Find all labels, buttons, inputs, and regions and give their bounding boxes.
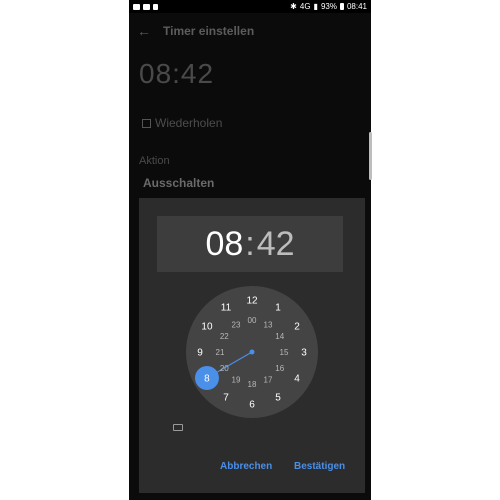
repeat-option[interactable]: Wiederholen xyxy=(142,116,222,130)
clock-hour-18[interactable]: 18 xyxy=(248,380,257,389)
image-notification-icon xyxy=(133,3,140,10)
clock-hour-16[interactable]: 16 xyxy=(275,364,284,373)
repeat-label: Wiederholen xyxy=(155,116,223,130)
clock-hour-00[interactable]: 00 xyxy=(248,316,257,325)
hour-display[interactable]: 08 xyxy=(205,225,243,264)
clock-hour-10[interactable]: 10 xyxy=(201,322,213,333)
clock-hour-6[interactable]: 6 xyxy=(249,400,255,411)
clock-hour-21[interactable]: 21 xyxy=(216,348,225,357)
clock-hour-5[interactable]: 5 xyxy=(275,393,281,404)
signal-icon: ▮ xyxy=(313,2,318,11)
aktion-value[interactable]: Ausschalten xyxy=(143,176,214,190)
clock-hour-17[interactable]: 17 xyxy=(264,376,273,385)
page-title: Timer einstellen xyxy=(163,24,255,38)
mail-notification-icon xyxy=(143,3,150,10)
clock-face[interactable]: 12123456789101100 1314151617181920212223 xyxy=(186,286,318,418)
clock-hour-4[interactable]: 4 xyxy=(294,374,300,385)
minute-display[interactable]: 42 xyxy=(257,225,295,264)
status-left-icons xyxy=(133,3,158,10)
status-right-icons: ✱ 4G ▮ 93% 08:41 xyxy=(290,2,367,11)
clock-hour-11[interactable]: 11 xyxy=(221,302,232,313)
aktion-label: Aktion xyxy=(139,155,170,167)
repeat-checkbox[interactable] xyxy=(142,118,151,128)
clock-hour-20[interactable]: 20 xyxy=(220,364,229,373)
edge-panel-handle[interactable] xyxy=(369,132,372,180)
time-separator: : xyxy=(245,224,255,263)
timer-time[interactable]: 08:42 xyxy=(139,58,214,90)
status-bar: ✱ 4G ▮ 93% 08:41 xyxy=(129,0,371,13)
back-arrow-icon[interactable]: ← xyxy=(129,23,159,39)
battery-icon xyxy=(339,3,344,10)
clock-hour-2[interactable]: 2 xyxy=(294,322,300,333)
time-picker-dialog: 08 : 42 12 1 2 3 4 5 6 7 8 9 10 11 00 13 14 15 16 17 18 19 2… xyxy=(139,198,365,493)
notification-icon xyxy=(153,3,158,10)
clock-hour-1[interactable]: 1 xyxy=(275,302,281,313)
clock-hour-15[interactable]: 15 xyxy=(280,348,289,357)
phone-screen: ✱ 4G ▮ 93% 08:41 ← Timer einstellen 08:4… xyxy=(129,0,371,500)
battery-percent: 93% xyxy=(320,2,337,11)
keyboard-icon[interactable] xyxy=(173,424,183,431)
time-picker-header: 08 : 42 xyxy=(157,216,343,272)
clock-hour-22[interactable]: 22 xyxy=(220,332,229,341)
confirm-button[interactable]: Bestätigen xyxy=(294,461,345,472)
status-time: 08:41 xyxy=(346,2,367,11)
network-label: 4G xyxy=(299,2,311,11)
clock-hour-7[interactable]: 7 xyxy=(223,393,229,404)
cancel-button[interactable]: Abbrechen xyxy=(220,461,272,472)
clock-hour-12[interactable]: 12 xyxy=(246,296,258,307)
clock-hour-3[interactable]: 3 xyxy=(301,348,307,359)
clock-hour-9[interactable]: 9 xyxy=(197,348,203,359)
clock-hour-8[interactable]: 8 xyxy=(204,374,210,385)
clock-hour-23[interactable]: 23 xyxy=(232,320,241,329)
clock-hour-14[interactable]: 14 xyxy=(275,332,284,341)
bluetooth-icon: ✱ xyxy=(290,2,297,11)
clock-hour-19[interactable]: 19 xyxy=(232,376,241,385)
clock-hour-13[interactable]: 13 xyxy=(264,320,273,329)
app-bar: ← Timer einstellen xyxy=(129,13,371,49)
clock-center-dot xyxy=(249,349,255,355)
